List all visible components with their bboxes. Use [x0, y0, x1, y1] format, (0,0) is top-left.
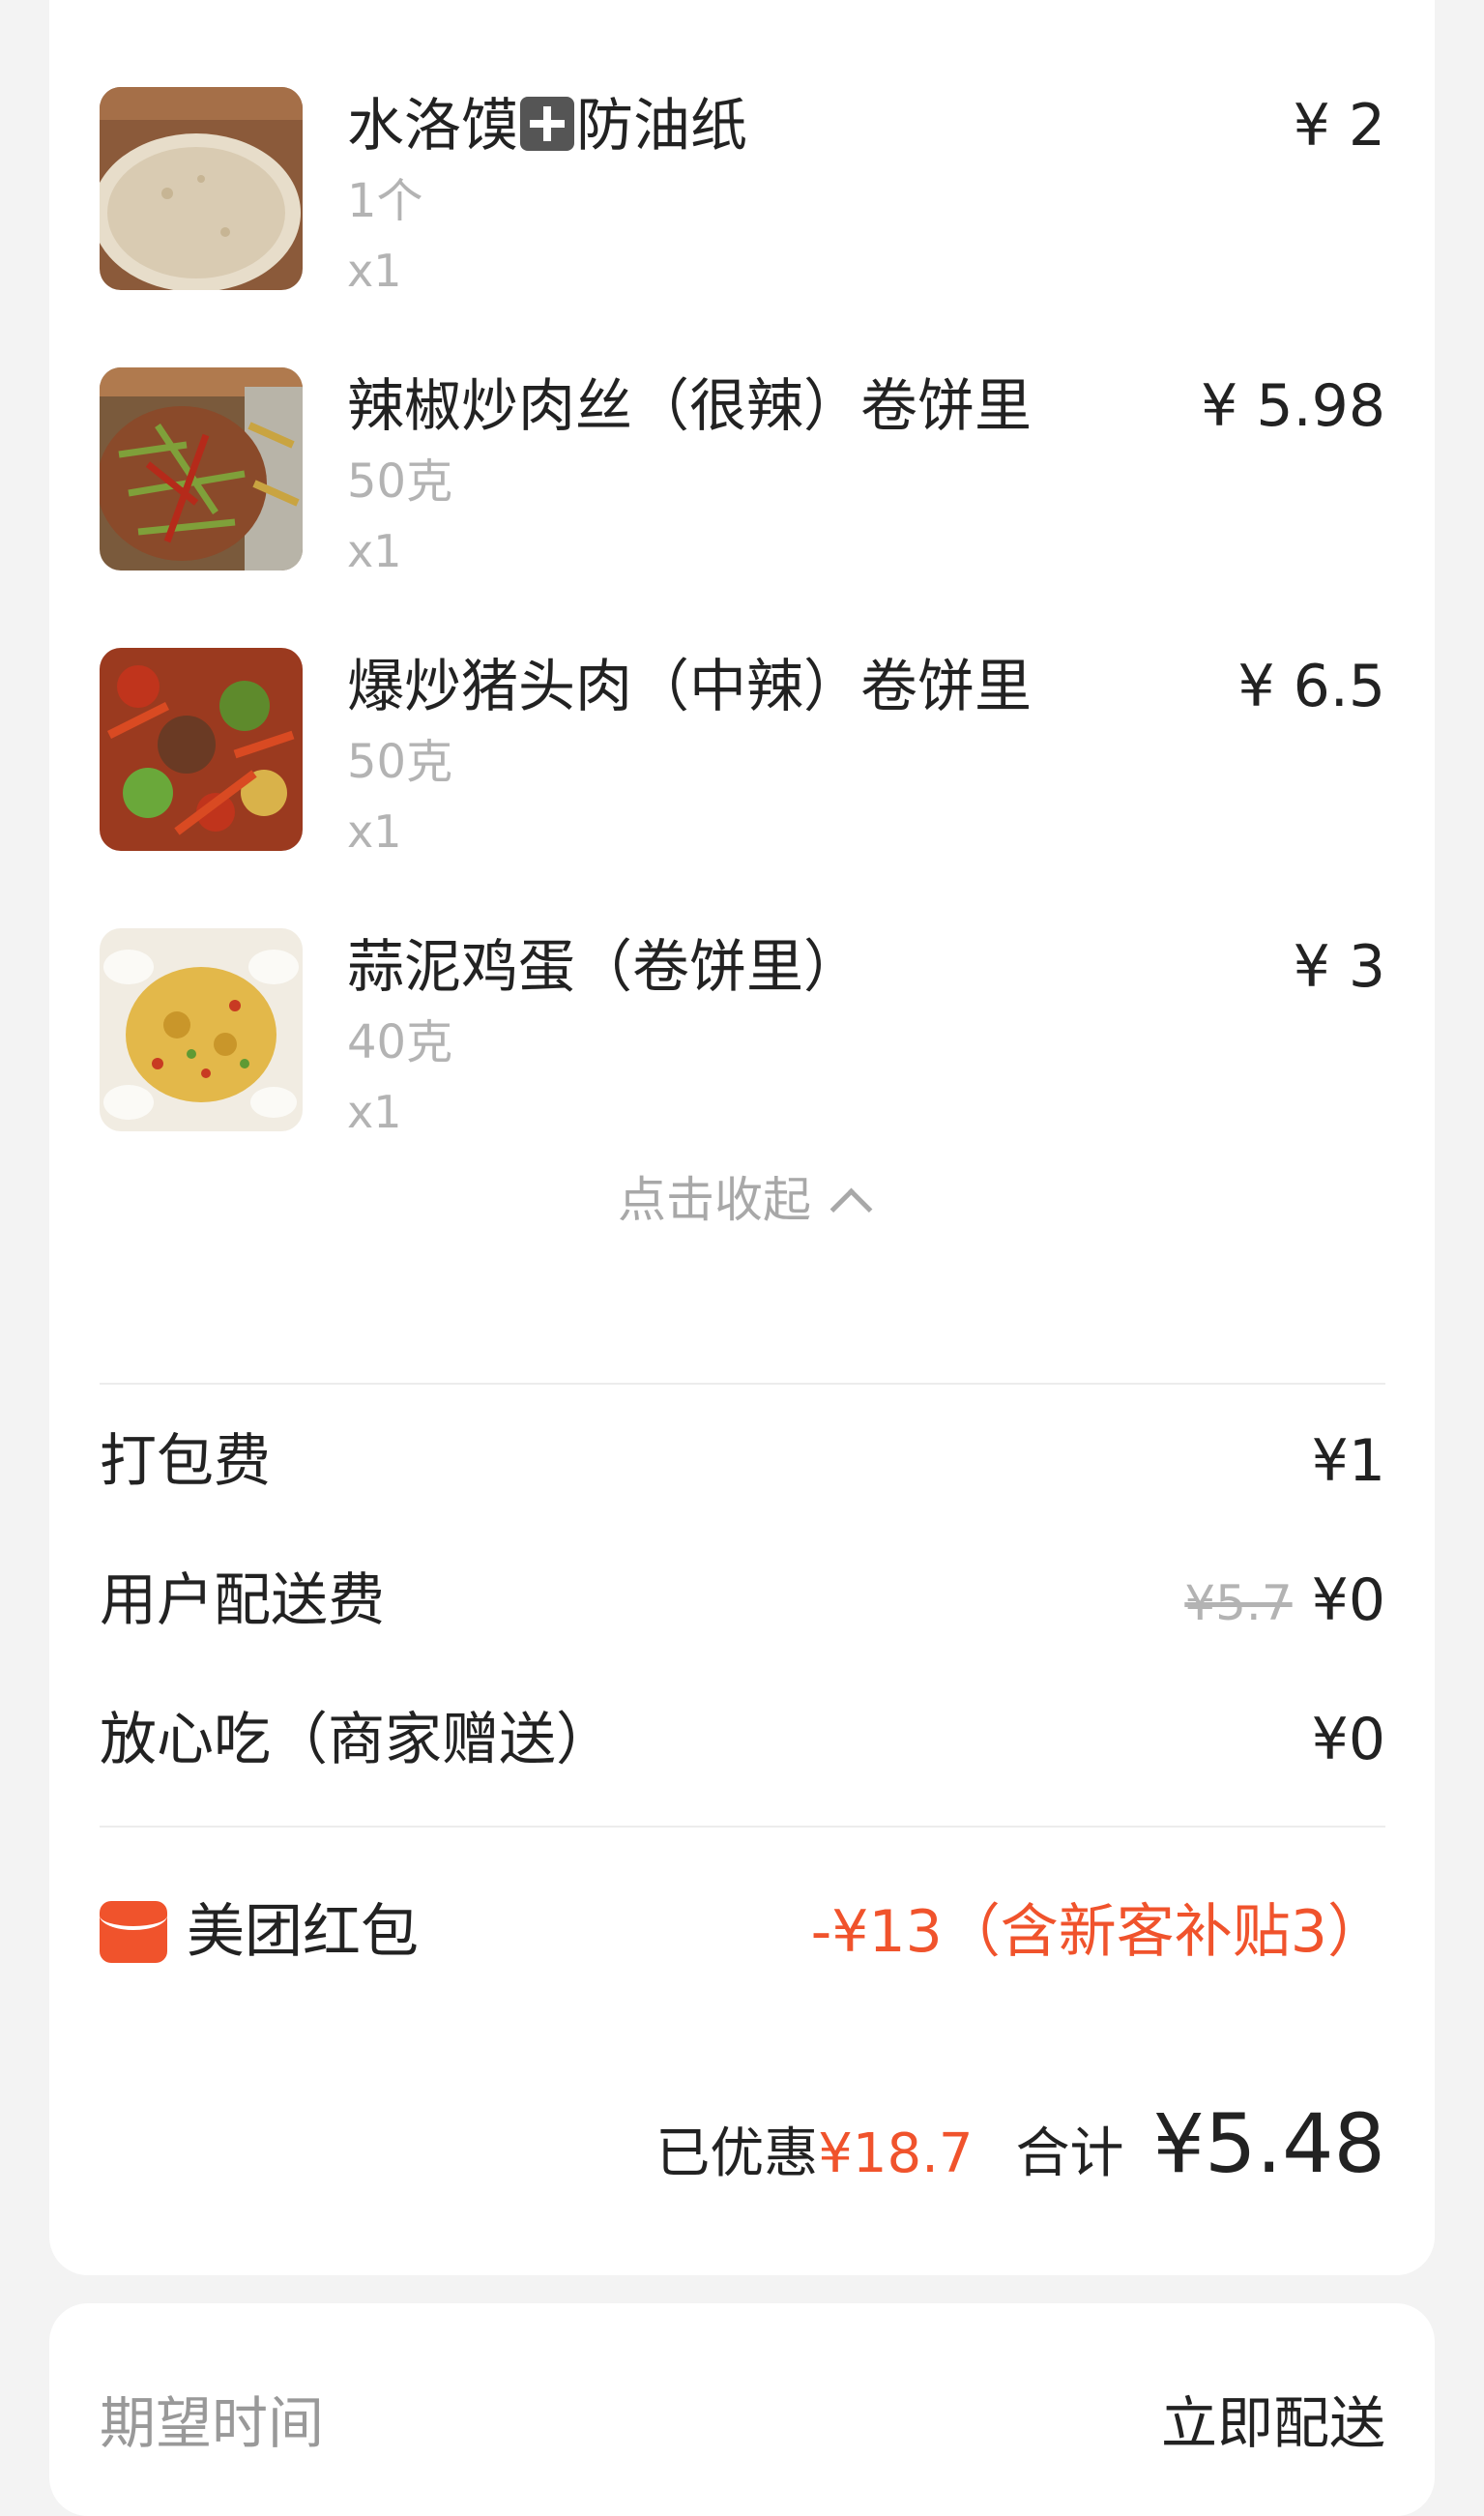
total-label: 合计 — [1015, 2122, 1124, 2185]
garlic-egg-photo-icon — [100, 928, 303, 1131]
item-name: 水洛馍 防油纸 — [347, 92, 748, 159]
total-value: ¥5.48 — [1152, 2096, 1385, 2191]
fee-amount: ¥0 — [1311, 1566, 1385, 1634]
item-price: ¥ 3 — [1293, 933, 1385, 1001]
flatbread-photo-icon — [100, 87, 303, 290]
item-spec: 1个 — [347, 174, 423, 228]
item-price: ¥ 6.5 — [1237, 653, 1385, 720]
item-qty: x1 — [347, 525, 402, 577]
fee-label: 用户配送费 — [100, 1566, 386, 1633]
discount-label: 已优惠 — [655, 2122, 819, 2185]
order-item: 辣椒炒肉丝（很辣）卷饼里 50克 x1 ¥ 5.98 — [49, 367, 1435, 609]
item-name: 蒜泥鸡蛋（卷饼里） — [347, 933, 861, 1000]
plus-icon — [520, 97, 575, 151]
item-spec: 40克 — [347, 1015, 453, 1069]
item-name: 辣椒炒肉丝（很辣）卷饼里 — [347, 372, 1033, 439]
discount-value: ¥18.7 — [818, 2122, 974, 2185]
delivery-time-card[interactable]: 期望时间 立即配送 — [49, 2303, 1435, 2516]
redpack-value[interactable]: -¥13（含新客补贴3） — [811, 1893, 1385, 1971]
collapse-button[interactable]: 点击收起 — [49, 1166, 1435, 1234]
time-label: 期望时间 — [100, 2390, 325, 2456]
packing-fee-row: 打包费 ¥1 — [100, 1422, 1385, 1500]
delivery-fee-row: 用户配送费 ¥5.7 ¥0 — [100, 1562, 1385, 1639]
fee-value: ¥5.7 ¥0 — [1184, 1562, 1385, 1642]
item-price: ¥ 5.98 — [1201, 372, 1385, 440]
item-spec: 50克 — [347, 735, 453, 789]
item-price: ¥ 2 — [1293, 92, 1385, 160]
fee-value: ¥0 — [1311, 1706, 1385, 1773]
original-fee: ¥5.7 — [1184, 1575, 1293, 1631]
chevron-up-icon — [829, 1187, 873, 1231]
order-item: 水洛馍 防油纸 1个 x1 ¥ 2 — [49, 87, 1435, 329]
divider — [100, 1826, 1385, 1828]
order-card: 水洛馍 防油纸 1个 x1 ¥ 2 辣椒炒肉丝（很辣）卷饼里 50克 x1 ¥ 5… — [49, 0, 1435, 2275]
item-name: 爆炒猪头肉（中辣）卷饼里 — [347, 653, 1033, 719]
fee-value: ¥1 — [1311, 1427, 1385, 1495]
assurance-row[interactable]: 放心吃（商家赠送） ¥0 — [100, 1701, 1385, 1778]
spicy-pork-photo-icon — [100, 648, 303, 851]
fee-label: 放心吃（商家赠送） — [100, 1706, 614, 1772]
total-summary: 已优惠¥18.7 合计 ¥5.48 — [655, 2096, 1385, 2203]
order-item: 爆炒猪头肉（中辣）卷饼里 50克 x1 ¥ 6.5 — [49, 648, 1435, 890]
collapse-label: 点击收起 — [618, 1172, 811, 1228]
item-spec: 50克 — [347, 454, 453, 509]
redpack-label: 美团红包 — [187, 1898, 419, 1966]
fee-label: 打包费 — [100, 1427, 272, 1494]
order-item: 蒜泥鸡蛋（卷饼里） 40克 x1 ¥ 3 — [49, 928, 1435, 1170]
time-value: 立即配送 — [1160, 2390, 1385, 2456]
item-qty: x1 — [347, 245, 402, 297]
stir-fry-pork-photo-icon — [100, 367, 303, 570]
item-qty: x1 — [347, 805, 402, 858]
divider — [100, 1383, 1385, 1385]
red-packet-icon — [100, 1901, 167, 1963]
item-qty: x1 — [347, 1086, 402, 1138]
